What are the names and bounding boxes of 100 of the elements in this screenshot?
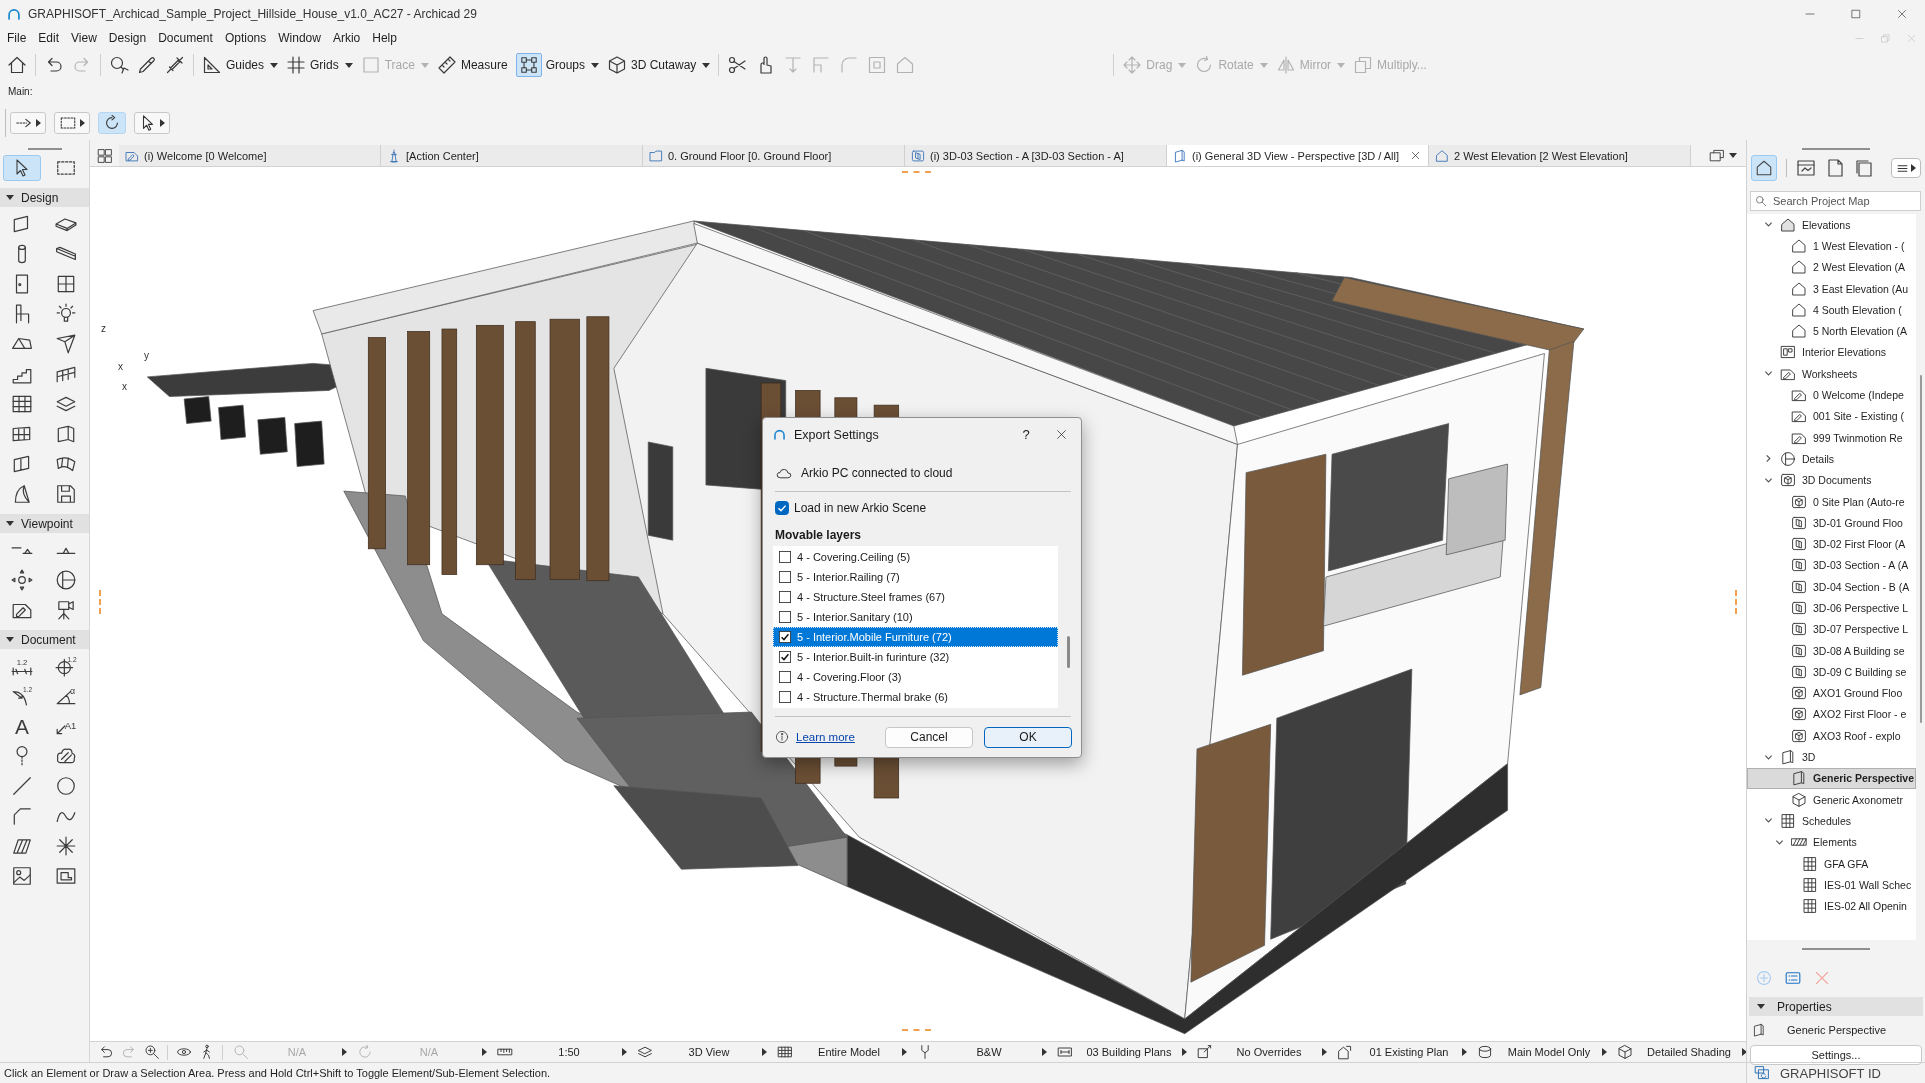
letter-icon[interactable]: A: [11, 715, 33, 737]
picture-icon[interactable]: [11, 865, 33, 887]
tree-item[interactable]: 3D-06 Perspective L: [1747, 597, 1916, 619]
list-item[interactable]: 5 - Interior.Built-in furinture (32): [773, 647, 1058, 667]
tree-item[interactable]: 3D-08 A Building se: [1747, 639, 1916, 662]
open-box-icon[interactable]: [55, 423, 77, 445]
view-dropdown[interactable]: 03 Building Plans: [1051, 1042, 1191, 1062]
list-item[interactable]: 5 - Interior.Mobile Furniture (72): [773, 627, 1058, 647]
scrollbar[interactable]: [1066, 636, 1070, 668]
caret-down-icon[interactable]: [591, 62, 599, 68]
chevron-down-icon[interactable]: [1763, 220, 1773, 230]
curtain-grid-icon[interactable]: [11, 393, 33, 415]
help-button[interactable]: ?: [1016, 423, 1036, 446]
crosshair-arrows-icon[interactable]: [11, 569, 33, 591]
chevron-down-icon[interactable]: [1763, 816, 1773, 826]
tree-item[interactable]: Generic Axonometr: [1747, 789, 1916, 811]
circle-icon[interactable]: [55, 775, 77, 797]
tab[interactable]: 2 West Elevation [2 West Elevation]: [1429, 145, 1691, 166]
drawing-frame-icon[interactable]: [55, 865, 77, 887]
tree-item[interactable]: 0 Welcome (Indepe: [1747, 384, 1916, 406]
menu-item[interactable]: Options: [218, 28, 273, 48]
tree-item[interactable]: GFA GFA: [1747, 852, 1916, 875]
syringe-icon[interactable]: [165, 55, 185, 75]
popup-button[interactable]: [10, 112, 46, 134]
scrollbar[interactable]: [1919, 375, 1922, 723]
tree-item[interactable]: 4 South Elevation (: [1747, 299, 1916, 321]
caret-down-icon[interactable]: [702, 62, 711, 68]
menu-item[interactable]: File: [1, 28, 33, 48]
toolbar-button[interactable]: Guides: [202, 52, 265, 78]
menu-item[interactable]: View: [65, 28, 103, 48]
paper-plane-icon[interactable]: [55, 333, 77, 355]
view-dropdown[interactable]: Main Model Only: [1471, 1042, 1611, 1062]
panel-menu-button[interactable]: [1891, 158, 1921, 178]
tree-item[interactable]: 3D-07 Perspective L: [1747, 618, 1916, 640]
tree-item[interactable]: IES-01 Wall Schec: [1747, 874, 1916, 896]
line-icon[interactable]: [11, 775, 33, 797]
popup-button[interactable]: [134, 112, 170, 134]
menu-item[interactable]: Window: [272, 28, 327, 48]
menu-item[interactable]: Design: [102, 28, 153, 48]
tree-item[interactable]: Elements: [1747, 831, 1916, 853]
section-header[interactable]: Properties: [1749, 997, 1923, 1016]
sync-windows-icon[interactable]: [1754, 1065, 1770, 1081]
dialog-button[interactable]: OK: [984, 726, 1072, 748]
menu-item[interactable]: Help: [366, 28, 403, 48]
view-dropdown[interactable]: 1:50: [491, 1042, 631, 1062]
tree-item[interactable]: 001 Site - Existing (: [1747, 405, 1916, 427]
magnifier-arrow-icon[interactable]: [109, 55, 129, 75]
view-dropdown[interactable]: Detailed Shading: [1611, 1042, 1751, 1062]
close-icon[interactable]: [1056, 429, 1067, 440]
section-header[interactable]: Document: [0, 630, 89, 649]
view-dropdown[interactable]: B&W: [911, 1042, 1051, 1062]
tree-item[interactable]: 3 East Elevation (Au: [1747, 277, 1916, 300]
checkbox[interactable]: [779, 611, 791, 623]
caret-down-icon[interactable]: [270, 62, 279, 68]
polyline-icon[interactable]: [11, 805, 33, 827]
tree-item[interactable]: AXO2 First Floor - e: [1747, 703, 1916, 726]
tree-item[interactable]: 3D-03 Section - A (A: [1747, 554, 1916, 577]
close-icon[interactable]: [1411, 151, 1420, 160]
view-dropdown[interactable]: 01 Existing Plan: [1331, 1042, 1471, 1062]
split-handle[interactable]: [1735, 590, 1737, 614]
menu-item[interactable]: Edit: [32, 28, 66, 48]
checkbox[interactable]: [779, 571, 791, 583]
window-icon[interactable]: [55, 273, 77, 295]
tree-item[interactable]: Details: [1747, 448, 1916, 470]
caret-down-icon[interactable]: [344, 62, 353, 68]
viewport-canvas[interactable]: [90, 167, 1746, 1041]
tab[interactable]: (i) General 3D View - Perspective [3D / All]: [1167, 145, 1429, 166]
tree-item[interactable]: Interior Elevations: [1747, 341, 1916, 364]
chevron-down-icon[interactable]: [1763, 369, 1773, 379]
tree-item[interactable]: 0 Site Plan (Auto-re: [1747, 490, 1916, 513]
list-item[interactable]: 5 - Interior.Railing (7): [773, 567, 1058, 587]
close-icon[interactable]: [1897, 9, 1907, 19]
house-outline-icon[interactable]: [1751, 155, 1777, 181]
tab[interactable]: 0. Ground Floor [0. Ground Floor]: [643, 145, 905, 166]
split-handle[interactable]: [902, 171, 931, 173]
sheet-icon[interactable]: [1825, 158, 1845, 178]
tree-item[interactable]: 3D-01 Ground Floo: [1747, 512, 1916, 534]
pointer-icon[interactable]: [3, 155, 41, 181]
account-label[interactable]: GRAPHISOFT ID: [1780, 1065, 1881, 1081]
scissors-icon[interactable]: [727, 55, 748, 75]
tree-item[interactable]: 5 North Elevation (A: [1747, 320, 1916, 342]
checkbox[interactable]: [779, 551, 791, 563]
checkbox[interactable]: [779, 591, 791, 603]
section-header[interactable]: Viewpoint: [0, 514, 89, 533]
list-item[interactable]: 4 - Structure.Thermal brake (6): [773, 687, 1058, 707]
toolbar-button[interactable]: Grids: [286, 52, 339, 78]
toolbar-button[interactable]: Groups: [515, 52, 585, 78]
tree-item[interactable]: 999 Twinmotion Re: [1747, 426, 1916, 449]
tree-item[interactable]: 2 West Elevation (A: [1747, 256, 1916, 278]
tree-item[interactable]: 3D Documents: [1747, 469, 1916, 491]
list-item[interactable]: 4 - Covering.Floor (3): [773, 667, 1058, 687]
maximize-icon[interactable]: [1851, 9, 1861, 19]
popup-button[interactable]: [54, 112, 90, 134]
view-dropdown[interactable]: Entire Model: [771, 1042, 911, 1062]
toolbar-button[interactable]: Measure: [436, 52, 508, 78]
checkbox[interactable]: [779, 651, 791, 663]
list-item[interactable]: 5 - Interior.Sanitary (10): [773, 607, 1058, 627]
tab[interactable]: (i) Welcome [0 Welcome]: [119, 145, 381, 166]
tree-item[interactable]: 3D-09 C Building se: [1747, 661, 1916, 683]
section-header[interactable]: Design: [0, 188, 89, 207]
